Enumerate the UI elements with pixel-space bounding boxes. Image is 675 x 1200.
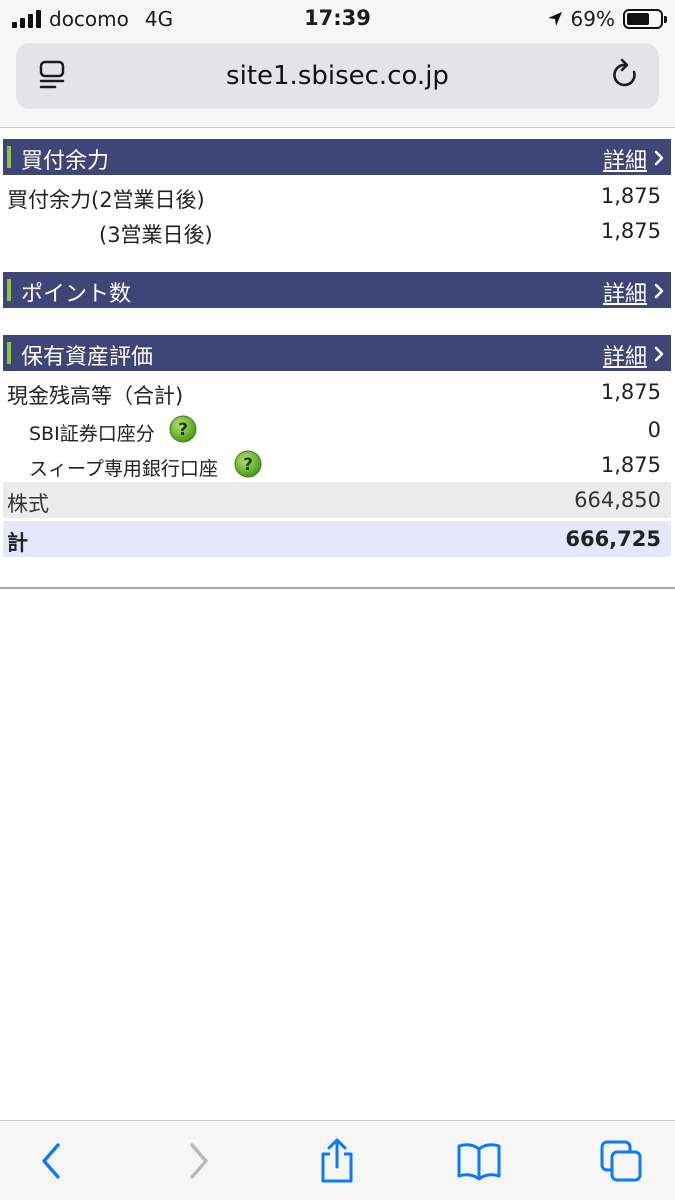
row-value: 1,875 (600, 380, 661, 404)
row-label: 株式 (7, 492, 49, 516)
browser-header: site1.sbisec.co.jp (0, 38, 675, 128)
row-label: SBI証券口座分 (29, 423, 155, 445)
detail-link-buying-power[interactable]: 詳細 (603, 143, 647, 175)
bookmarks-icon[interactable] (456, 1141, 502, 1181)
header-accent-bar (7, 279, 11, 301)
reload-icon[interactable] (609, 57, 641, 93)
forward-chevron-icon[interactable] (184, 1141, 212, 1181)
section-header-points: ポイント数 詳細 (3, 272, 671, 308)
row-label: 現金残高等（合計) (7, 384, 184, 408)
svg-text:?: ? (243, 455, 253, 475)
row-value: 664,850 (574, 488, 661, 512)
chevron-right-icon[interactable] (653, 346, 665, 362)
section-title: 保有資産評価 (21, 345, 154, 370)
sweep-bank-account-row: スィープ専用銀行口座 ? 1,875 (3, 447, 671, 483)
location-arrow-icon (547, 12, 562, 26)
help-question-icon[interactable]: ? (169, 415, 197, 443)
row-value: 666,725 (565, 527, 661, 551)
battery-percent: 69% (570, 7, 615, 31)
header-accent-bar (7, 342, 11, 364)
total-row: 計 666,725 (3, 521, 671, 557)
tabs-button[interactable] (597, 1137, 645, 1185)
battery-icon (623, 9, 667, 29)
svg-text:?: ? (178, 420, 188, 440)
share-button[interactable] (313, 1137, 361, 1185)
section-title: ポイント数 (21, 282, 132, 307)
stocks-row: 株式 664,850 (3, 482, 671, 518)
sbi-account-row: SBI証券口座分 ? 0 (3, 412, 671, 448)
back-button[interactable] (28, 1137, 76, 1185)
help-question-icon[interactable]: ? (234, 450, 262, 478)
forward-button[interactable] (174, 1137, 222, 1185)
section-title: 買付余力 (21, 149, 110, 174)
section-header-asset-valuation: 保有資産評価 詳細 (3, 335, 671, 371)
chevron-right-icon[interactable] (653, 283, 665, 299)
detail-link-points[interactable]: 詳細 (603, 276, 647, 308)
row-value: 1,875 (600, 184, 661, 208)
row-label: (3営業日後) (99, 223, 213, 247)
buying-power-3day-row: (3営業日後) 1,875 (3, 213, 671, 249)
back-chevron-icon[interactable] (38, 1141, 66, 1181)
status-right: 69% (547, 7, 667, 31)
status-bar: docomo 4G 17:39 69% (0, 0, 675, 38)
share-icon[interactable] (317, 1138, 357, 1184)
row-value: 1,875 (600, 219, 661, 243)
bookmarks-button[interactable] (455, 1137, 503, 1185)
detail-link-asset-valuation[interactable]: 詳細 (603, 339, 647, 371)
row-label: スィープ専用銀行口座 (29, 458, 218, 480)
browser-toolbar (0, 1120, 675, 1200)
row-value: 0 (647, 418, 661, 442)
address-bar[interactable]: site1.sbisec.co.jp (16, 43, 659, 109)
row-label: 買付余力(2営業日後) (7, 188, 205, 212)
buying-power-2day-row: 買付余力(2営業日後) 1,875 (3, 178, 671, 214)
battery-level (627, 13, 650, 25)
content-divider (0, 587, 675, 589)
chevron-right-icon[interactable] (653, 150, 665, 166)
row-label: 計 (7, 531, 28, 555)
header-accent-bar (7, 146, 11, 168)
cash-balance-row: 現金残高等（合計) 1,875 (3, 374, 671, 410)
url-text[interactable]: site1.sbisec.co.jp (16, 61, 659, 91)
tabs-icon[interactable] (599, 1139, 643, 1183)
row-value: 1,875 (600, 453, 661, 477)
section-header-buying-power: 買付余力 詳細 (3, 139, 671, 175)
